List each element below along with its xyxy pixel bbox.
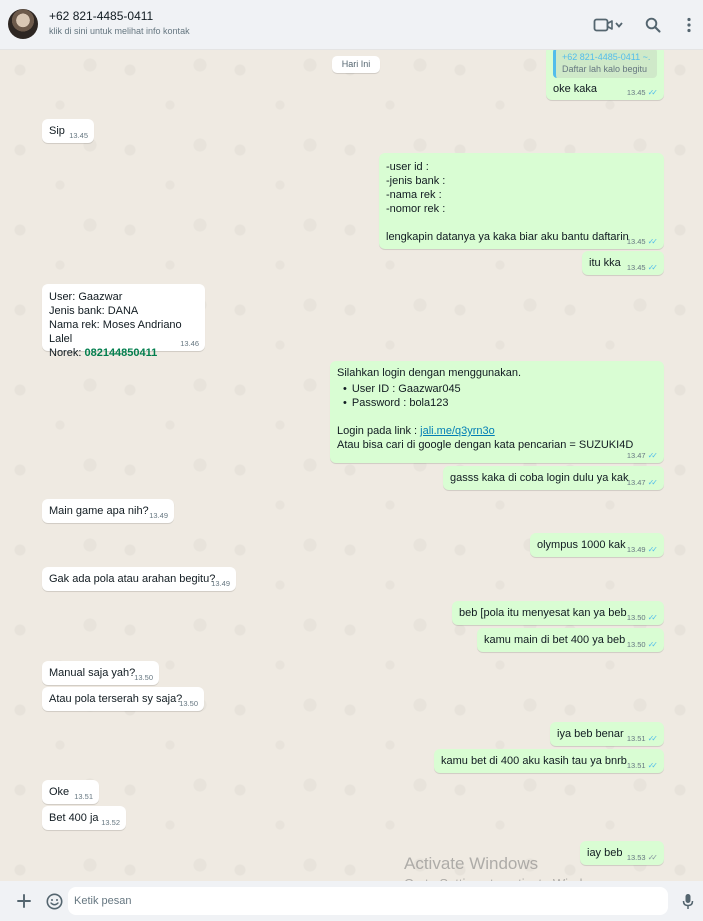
message-text: Oke [49, 786, 70, 798]
contact-avatar[interactable] [8, 9, 38, 39]
message-time: 13.45 [626, 263, 646, 272]
message-bubble-outgoing[interactable]: +62 821-4485-0411 ~. Daftar lah kalo beg… [546, 50, 664, 100]
login-link[interactable]: jali.me/q3yrn3o [420, 425, 495, 437]
composer-bar [0, 881, 703, 921]
message-text: Sip [49, 125, 65, 137]
message-time: 13.49 [626, 545, 646, 554]
read-receipt-icon: ✓✓ [647, 545, 659, 554]
message-bubble-incoming[interactable]: User: Gaazwar Jenis bank: DANA Nama rek:… [42, 284, 205, 359]
emoji-button[interactable] [44, 891, 64, 911]
read-receipt-icon: ✓✓ [647, 263, 659, 272]
voice-message-button[interactable] [678, 891, 698, 911]
credential-user-id: User ID : Gaazwar045 [343, 382, 657, 396]
message-text: Main game apa nih? [49, 505, 149, 517]
day-divider: Hari Ini [332, 56, 380, 73]
message-bubble-outgoing[interactable]: Silahkan login dengan menggunakan. User … [330, 361, 664, 463]
read-receipt-icon: ✓✓ [647, 640, 659, 649]
credentials-list: User ID : Gaazwar045 Password : bola123 [337, 382, 657, 410]
message-bubble-incoming[interactable]: Main game apa nih? 13.49 [42, 499, 174, 523]
message-time: 13.49 [149, 511, 168, 520]
message-text: Gak ada pola atau arahan begitu? [49, 573, 216, 585]
message-time: 13.50 [134, 673, 153, 682]
message-bubble-incoming[interactable]: Oke 13.51 [42, 780, 99, 804]
message-input[interactable] [68, 887, 668, 915]
message-text: Bet 400 ja [49, 812, 99, 824]
message-text: beb [pola itu menyesat kan ya beb [459, 607, 627, 619]
message-time: 13.53 [626, 853, 646, 862]
search-hint: Atau bisa cari di google dengan kata pen… [337, 439, 634, 451]
search-icon [645, 17, 661, 33]
message-list[interactable]: Hari Ini +62 821-4485-0411 ~. Daftar lah… [0, 50, 703, 881]
menu-icon [687, 17, 691, 33]
message-bubble-outgoing[interactable]: itu kka 13.45 ✓✓ [582, 251, 664, 275]
read-receipt-icon: ✓✓ [647, 88, 659, 97]
message-bubble-incoming[interactable]: Gak ada pola atau arahan begitu? 13.49 [42, 567, 236, 591]
message-text: kamu main di bet 400 ya beb [484, 634, 626, 646]
contact-subtitle[interactable]: klik di sini untuk melihat info kontak [49, 24, 190, 38]
read-receipt-icon: ✓✓ [647, 761, 659, 770]
emoji-icon [46, 893, 62, 909]
message-bubble-outgoing[interactable]: iay beb 13.53 ✓✓ [580, 841, 664, 865]
read-receipt-icon: ✓✓ [647, 451, 659, 460]
message-bubble-outgoing[interactable]: iya beb benar 13.51 ✓✓ [550, 722, 664, 746]
message-time: 13.47 [626, 478, 646, 487]
quoted-text: Daftar lah kalo begitu [562, 64, 648, 74]
read-receipt-icon: ✓✓ [647, 734, 659, 743]
delivered-receipt-icon: ✓✓ [647, 853, 659, 862]
message-bubble-incoming[interactable]: Atau pola terserah sy saja? 13.50 [42, 687, 204, 711]
message-bubble-incoming[interactable]: Bet 400 ja 13.52 [42, 806, 126, 830]
message-time: 13.52 [101, 818, 120, 827]
message-text: Atau pola terserah sy saja? [49, 693, 183, 705]
video-call-icon [593, 18, 623, 32]
plus-icon [17, 894, 31, 908]
message-text: Manual saja yah? [49, 667, 136, 679]
account-number[interactable]: 082144850411 [84, 347, 157, 359]
message-time: 13.51 [626, 734, 646, 743]
message-time: 13.45 [69, 131, 88, 140]
message-time: 13.50 [626, 640, 646, 649]
message-text: iay beb [587, 847, 623, 859]
message-text: kamu bet di 400 aku kasih tau ya bnrb [441, 755, 627, 767]
message-bubble-incoming[interactable]: Sip 13.45 [42, 119, 94, 143]
read-receipt-icon: ✓✓ [647, 237, 659, 246]
login-intro: Silahkan login dengan menggunakan. [337, 367, 522, 379]
message-time: 13.46 [180, 339, 199, 348]
quoted-sender: +62 821-4485-0411 [562, 52, 641, 62]
message-time: 13.47 [626, 451, 646, 460]
attach-button[interactable] [14, 891, 34, 911]
search-button[interactable] [642, 13, 664, 37]
message-bubble-outgoing[interactable]: beb [pola itu menyesat kan ya beb 13.50 ✓… [452, 601, 664, 625]
contact-name[interactable]: +62 821-4485-0411 [49, 9, 190, 24]
message-time: 13.51 [626, 761, 646, 770]
message-text: -user id : -jenis bank : -nama rek : -no… [386, 161, 629, 243]
message-time: 13.50 [626, 613, 646, 622]
video-call-button[interactable] [590, 13, 626, 37]
message-bubble-outgoing[interactable]: kamu main di bet 400 ya beb 13.50 ✓✓ [477, 628, 664, 652]
message-bubble-outgoing[interactable]: olympus 1000 kak 13.49 ✓✓ [530, 533, 664, 557]
message-time: 13.45 [626, 237, 646, 246]
chat-header: +62 821-4485-0411 klik di sini untuk mel… [0, 0, 703, 50]
message-bubble-incoming[interactable]: Manual saja yah? 13.50 [42, 661, 159, 685]
read-receipt-icon: ✓✓ [647, 613, 659, 622]
read-receipt-icon: ✓✓ [647, 478, 659, 487]
message-text: iya beb benar [557, 728, 624, 740]
message-time: 13.49 [211, 579, 230, 588]
message-bubble-outgoing[interactable]: kamu bet di 400 aku kasih tau ya bnrb 13… [434, 749, 664, 773]
message-text: olympus 1000 kak [537, 539, 626, 551]
message-text: itu kka [589, 257, 621, 269]
message-bubble-outgoing[interactable]: gasss kaka di coba login dulu ya kak 13.… [443, 466, 664, 490]
credential-password: Password : bola123 [343, 396, 657, 410]
message-time: 13.50 [179, 699, 198, 708]
quoted-sender-tilde: ~. [642, 52, 651, 62]
message-time: 13.51 [74, 792, 93, 801]
quoted-message[interactable]: +62 821-4485-0411 ~. Daftar lah kalo beg… [553, 50, 657, 78]
contact-info[interactable]: +62 821-4485-0411 klik di sini untuk mel… [49, 9, 190, 38]
message-bubble-outgoing[interactable]: -user id : -jenis bank : -nama rek : -no… [379, 153, 664, 249]
message-input-box[interactable] [68, 887, 668, 915]
message-text: gasss kaka di coba login dulu ya kak [450, 472, 629, 484]
microphone-icon [682, 893, 694, 909]
menu-button[interactable] [680, 13, 698, 37]
message-time: 13.45 [626, 88, 646, 97]
login-link-label: Login pada link : [337, 425, 421, 437]
